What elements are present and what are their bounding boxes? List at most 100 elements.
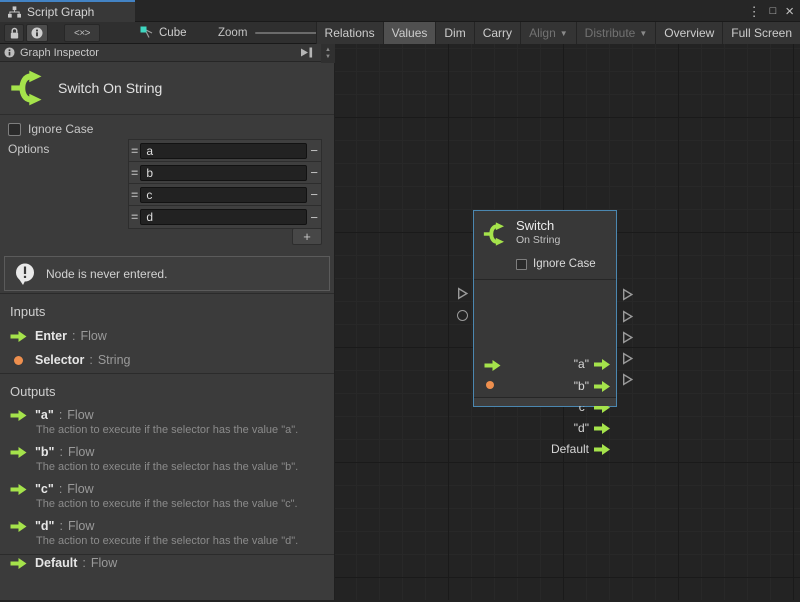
remove-option-button[interactable]: −: [307, 143, 321, 158]
option-input-d[interactable]: [140, 209, 307, 225]
code-view-icon: <×>: [74, 28, 90, 39]
switch-on-string-icon: [10, 70, 46, 106]
selector-port-connector-icon[interactable]: [457, 310, 468, 321]
output-port-d: "d" : Flow: [10, 519, 324, 533]
remove-option-button[interactable]: −: [307, 165, 321, 180]
lock-button[interactable]: [4, 24, 24, 42]
output-default-connector-icon[interactable]: [621, 373, 634, 391]
remove-option-button[interactable]: −: [307, 187, 321, 202]
carry-button[interactable]: Carry: [474, 22, 520, 44]
tab-label: Script Graph: [27, 5, 94, 19]
flow-arrow-icon: [10, 331, 27, 342]
node-output-row-a[interactable]: "a": [474, 356, 616, 372]
relations-button[interactable]: Relations: [316, 22, 383, 44]
overview-button[interactable]: Overview: [655, 22, 722, 44]
flow-arrow-icon[interactable]: [594, 423, 610, 434]
option-input-a[interactable]: [140, 143, 307, 159]
info-icon: [31, 27, 43, 39]
panel-scroll-spinners[interactable]: ▲ ▼: [321, 44, 335, 63]
maximize-icon[interactable]: □: [770, 6, 777, 17]
inspector-header: Graph Inspector ▲ ▼: [0, 44, 334, 62]
graph-hierarchy-icon: [8, 6, 21, 18]
node-output-row-b[interactable]: "b": [474, 378, 616, 394]
inspector-toggle-button[interactable]: [26, 24, 48, 42]
output-description: The action to execute if the selector ha…: [36, 461, 324, 473]
values-button[interactable]: Values: [383, 22, 436, 44]
chevron-down-icon: ▼: [560, 29, 568, 38]
flow-arrow-icon: [10, 447, 27, 458]
drag-handle-icon[interactable]: =: [129, 188, 140, 202]
node-ignore-case-label: Ignore Case: [533, 258, 596, 270]
option-row: = −: [129, 184, 321, 206]
distribute-button[interactable]: Distribute▼: [576, 22, 656, 44]
warning-text: Node is never entered.: [46, 267, 167, 281]
lock-icon: [9, 27, 20, 40]
outputs-header: Outputs: [10, 374, 324, 399]
switch-on-string-icon: [483, 222, 507, 251]
flow-arrow-icon[interactable]: [594, 381, 610, 392]
output-b-connector-icon[interactable]: [621, 310, 634, 328]
inspector-title: Graph Inspector: [20, 47, 295, 59]
input-port-selector: Selector : String: [10, 353, 324, 367]
flow-arrow-icon[interactable]: [594, 444, 610, 455]
output-description: The action to execute if the selector ha…: [36, 535, 324, 547]
warning-box: Node is never entered.: [4, 256, 330, 291]
option-input-b[interactable]: [140, 165, 307, 181]
unit-title: Switch On String: [58, 80, 162, 96]
scroll-down-icon[interactable]: ▼: [325, 54, 331, 61]
graph-owner-label: Cube: [159, 27, 187, 39]
scroll-up-icon[interactable]: ▲: [325, 47, 331, 54]
close-icon[interactable]: ×: [785, 4, 794, 19]
node-ignore-case-checkbox[interactable]: [516, 259, 527, 270]
option-row: = −: [129, 140, 321, 162]
output-c-connector-icon[interactable]: [621, 331, 634, 349]
output-description: The action to execute if the selector ha…: [36, 424, 324, 436]
info-icon: [4, 47, 15, 58]
add-option-button[interactable]: +: [292, 228, 322, 245]
graph-owner[interactable]: Cube: [140, 22, 187, 44]
node-output-row-d[interactable]: "d": [474, 420, 616, 436]
unit-properties: Ignore Case Options = − = − = − = −: [0, 115, 334, 253]
zoom-label: Zoom: [218, 27, 247, 39]
dock-icon[interactable]: [300, 46, 314, 59]
inputs-header: Inputs: [10, 294, 324, 319]
output-port-b: "b" : Flow: [10, 445, 324, 459]
dim-button[interactable]: Dim: [435, 22, 473, 44]
flow-arrow-icon: [10, 558, 27, 569]
option-row: = −: [129, 162, 321, 184]
options-list: = − = − = − = −: [128, 139, 322, 229]
graph-node-icon: [140, 26, 154, 40]
inputs-section: Inputs Enter : Flow Selector : String: [0, 293, 334, 373]
option-input-c[interactable]: [140, 187, 307, 203]
canvas-button-strip: Relations Values Dim Carry Align▼ Distri…: [316, 22, 800, 44]
ignore-case-label: Ignore Case: [28, 122, 93, 136]
drag-handle-icon[interactable]: =: [129, 166, 140, 180]
string-port-icon: [14, 356, 23, 365]
drag-handle-icon[interactable]: =: [129, 210, 140, 224]
outputs-section: Outputs "a" : Flow The action to execute…: [0, 373, 334, 554]
flow-arrow-icon[interactable]: [594, 359, 610, 370]
ignore-case-checkbox[interactable]: [8, 123, 21, 136]
remove-option-button[interactable]: −: [307, 210, 321, 225]
output-a-connector-icon[interactable]: [621, 288, 634, 306]
node-header[interactable]: Switch On String Ignore Case: [474, 211, 616, 280]
flow-arrow-icon: [10, 484, 27, 495]
graph-toolbar: <×> Cube Zoom 1x Relations Values Dim Ca…: [0, 22, 800, 44]
output-description: The action to execute if the selector ha…: [36, 498, 324, 510]
output-d-connector-icon[interactable]: [621, 352, 634, 370]
drag-handle-icon[interactable]: =: [129, 144, 140, 158]
full-screen-button[interactable]: Full Screen: [722, 22, 800, 44]
title-bar: Script Graph ⋮ □ ×: [0, 0, 800, 22]
chevron-down-icon: ▼: [639, 29, 647, 38]
tab-script-graph[interactable]: Script Graph: [0, 0, 135, 22]
align-button[interactable]: Align▼: [520, 22, 576, 44]
enter-port-connector-icon[interactable]: [456, 287, 469, 305]
switch-on-string-node[interactable]: Switch On String Ignore Case "a" "b" "c"…: [473, 210, 617, 407]
node-title: Switch: [516, 218, 608, 233]
input-port-enter: Enter : Flow: [10, 329, 324, 343]
code-view-button[interactable]: <×>: [64, 24, 100, 42]
unit-title-block: Switch On String: [0, 62, 334, 115]
node-subtitle: On String: [516, 234, 608, 246]
node-output-row-default[interactable]: Default: [474, 441, 616, 457]
window-menu-icon[interactable]: ⋮: [748, 5, 761, 18]
